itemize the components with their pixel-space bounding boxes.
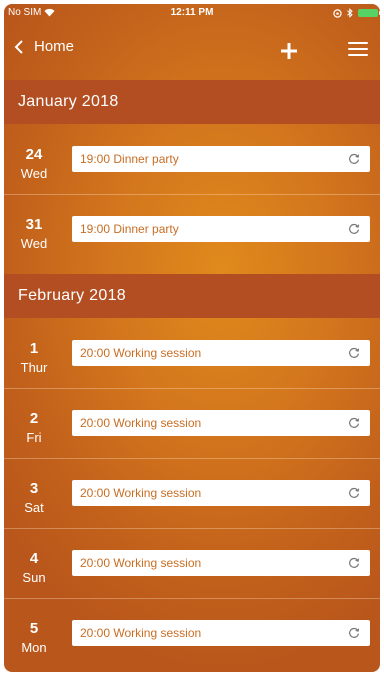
day-number: 31 xyxy=(25,216,43,233)
menu-line-icon xyxy=(348,48,368,50)
refresh-icon[interactable] xyxy=(348,557,360,569)
orientation-lock-icon xyxy=(333,8,342,18)
day-row: 2 Fri 20:00 Working session xyxy=(4,388,380,459)
day-number: 2 xyxy=(29,410,39,427)
event-item[interactable]: 20:00 Working session xyxy=(72,620,370,646)
event-text: 20:00 Working session xyxy=(80,626,202,640)
battery-icon xyxy=(358,9,380,17)
event-item[interactable]: 19:00 Dinner party xyxy=(72,146,370,172)
day-name: Mon xyxy=(21,640,47,655)
day-number: 3 xyxy=(29,480,39,497)
day-number: 1 xyxy=(29,340,39,357)
bluetooth-icon xyxy=(347,8,353,18)
day-name: Wed xyxy=(20,236,48,251)
refresh-icon[interactable] xyxy=(348,347,360,359)
status-right xyxy=(333,8,380,18)
refresh-icon[interactable] xyxy=(348,153,360,165)
event-text: 19:00 Dinner party xyxy=(80,152,179,166)
refresh-icon[interactable] xyxy=(348,627,360,639)
day-row: 1 Thur 20:00 Working session xyxy=(4,318,380,389)
nav-bar: Home xyxy=(4,26,380,80)
month-label: February 2018 xyxy=(18,287,126,304)
event-item[interactable]: 20:00 Working session xyxy=(72,480,370,506)
day-name: Thur xyxy=(20,360,48,375)
back-button[interactable]: Home xyxy=(14,38,74,55)
event-item[interactable]: 20:00 Working session xyxy=(72,340,370,366)
event-item[interactable]: 19:00 Dinner party xyxy=(72,216,370,242)
day-name: Sun xyxy=(22,570,46,585)
day-row: 4 Sun 20:00 Working session xyxy=(4,528,380,599)
day-row: 31 Wed 19:00 Dinner party xyxy=(4,194,380,264)
event-text: 20:00 Working session xyxy=(80,486,202,500)
day-row: 3 Sat 20:00 Working session xyxy=(4,458,380,529)
refresh-icon[interactable] xyxy=(348,417,360,429)
menu-line-icon xyxy=(348,42,368,44)
refresh-icon[interactable] xyxy=(348,223,360,235)
chevron-left-icon xyxy=(14,39,23,54)
event-text: 19:00 Dinner party xyxy=(80,222,179,236)
event-item[interactable]: 20:00 Working session xyxy=(72,550,370,576)
day-number: 24 xyxy=(25,146,43,163)
event-text: 20:00 Working session xyxy=(80,556,202,570)
menu-button[interactable] xyxy=(348,42,368,57)
month-label: January 2018 xyxy=(18,93,119,110)
refresh-icon[interactable] xyxy=(348,487,360,499)
menu-line-icon xyxy=(348,54,368,56)
event-text: 20:00 Working session xyxy=(80,346,202,360)
day-row: 24 Wed 19:00 Dinner party xyxy=(4,124,380,195)
event-item[interactable]: 20:00 Working session xyxy=(72,410,370,436)
day-name: Wed xyxy=(20,166,48,181)
status-time: 12:11 PM xyxy=(170,7,214,18)
day-name: Fri xyxy=(26,430,42,445)
status-bar: No SIM 12:11 PM xyxy=(4,4,380,26)
day-name: Sat xyxy=(24,500,44,515)
month-header-february: February 2018 xyxy=(4,274,380,318)
add-event-button[interactable] xyxy=(280,42,298,60)
event-text: 20:00 Working session xyxy=(80,416,202,430)
app-screen: No SIM 12:11 PM Home January 2018 24 Wed… xyxy=(4,4,380,672)
month-header-january: January 2018 xyxy=(4,80,380,124)
day-number: 4 xyxy=(29,550,39,567)
back-label: Home xyxy=(34,38,75,55)
day-row: 5 Mon 20:00 Working session xyxy=(4,598,380,668)
day-number: 5 xyxy=(29,620,39,637)
